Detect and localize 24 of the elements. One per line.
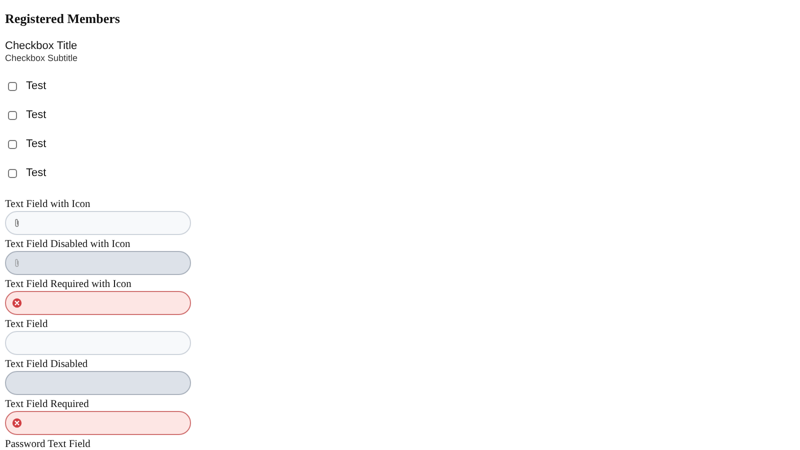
- field-label: Text Field Disabled with Icon: [5, 238, 132, 251]
- input-field[interactable]: [5, 411, 191, 435]
- error-icon: [12, 418, 22, 428]
- checkbox[interactable]: [8, 110, 17, 120]
- field-label: Text Field with Icon: [5, 198, 92, 211]
- checkbox[interactable]: [8, 82, 17, 90]
- field-label: Text Field Required: [5, 398, 90, 411]
- checkbox-group-title: Checkbox Title: [5, 40, 78, 53]
- field-label: Text Field Disabled: [5, 358, 89, 371]
- input-field[interactable]: [5, 211, 191, 235]
- input-field[interactable]: [5, 291, 191, 315]
- error-icon: [12, 298, 22, 308]
- field-label: Text Field Required with Icon: [5, 278, 132, 291]
- checkbox[interactable]: [8, 140, 17, 148]
- checkbox-group-subtitle: Checkbox Subtitle: [5, 53, 79, 64]
- page-heading: Registered Members: [5, 10, 121, 26]
- field-label: Password Text Field: [5, 438, 92, 450]
- checkbox-label: Test: [26, 80, 46, 92]
- checkbox[interactable]: [8, 168, 17, 178]
- field-label: Text Field: [5, 318, 49, 331]
- checkbox-label: Test: [26, 138, 46, 150]
- input-field[interactable]: [5, 331, 191, 355]
- checkbox-label: Test: [26, 167, 46, 179]
- checkbox-label: Test: [26, 109, 46, 121]
